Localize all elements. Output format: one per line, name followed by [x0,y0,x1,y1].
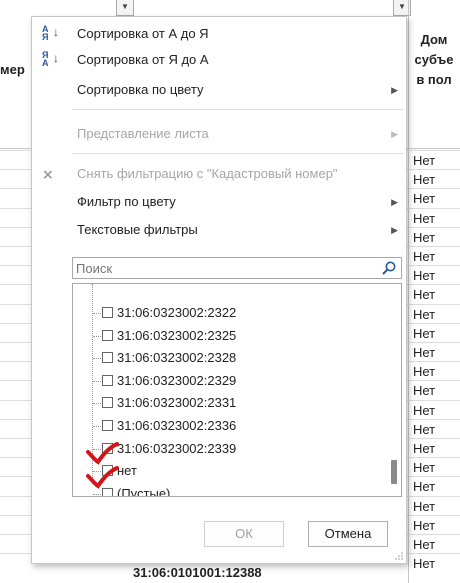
search-input[interactable] [76,260,366,276]
checkbox[interactable] [102,375,113,386]
cell-share-value[interactable]: Нет [413,441,435,456]
column-header-share: Дом субъе в пол [408,30,460,90]
tree-tick [93,403,101,404]
tree-connector [92,284,93,484]
list-item-label: 31:06:0323002:2328 [117,350,237,365]
header-line: субъе [414,52,454,67]
cell-share-value[interactable]: Нет [413,460,435,475]
sort-za-icon: Я А ↓ [42,50,59,68]
autofilter-dropdown: А Я ↓ Сортировка от А до Я Я А ↓ Сортировка … [31,16,407,564]
submenu-arrow-icon: ▶ [391,85,398,95]
text-filters-item[interactable]: Текстовые фильтры ▶ [32,217,406,243]
tree-tick [93,336,101,337]
cell-share-value[interactable]: Нет [413,191,435,206]
cell-share-value[interactable]: Нет [413,422,435,437]
list-item-label: 31:06:0323002:2325 [117,328,237,343]
menu-item-label: Фильтр по цвету [77,194,176,209]
menu-item-label: Сортировка от А до Я [77,26,209,41]
cell-share-value[interactable]: Нет [413,172,435,187]
checkbox[interactable] [102,465,113,476]
sort-by-color-item[interactable]: Сортировка по цвету ▶ [32,77,406,103]
submenu-arrow-icon: ▶ [391,225,398,235]
checkbox[interactable] [102,420,113,431]
scrollbar-thumb[interactable] [391,460,397,484]
sort-descending-item[interactable]: Я А ↓ Сортировка от Я до А [32,47,406,73]
scrollbar[interactable] [387,284,401,496]
menu-item-label: Сортировка по цвету [77,82,204,97]
cancel-button[interactable]: Отмена [308,521,388,547]
menu-separator [72,153,404,154]
cell-share-value[interactable]: Нет [413,403,435,418]
clear-filter-icon: ⨯ [42,166,54,182]
cell-share-value[interactable]: Нет [413,307,435,322]
menu-item-label: Представление листа [77,126,209,141]
cell-share-value[interactable]: Нет [413,211,435,226]
checkbox[interactable] [102,397,113,408]
cell-share-value[interactable]: Нет [413,518,435,533]
cell-share-value[interactable]: Нет [413,268,435,283]
tree-tick [93,358,101,359]
search-icon [382,261,396,275]
tree-tick [93,494,101,495]
cell-share-value[interactable]: Нет [413,383,435,398]
cell-share-value[interactable]: Нет [413,499,435,514]
clear-filter-item: ⨯ Снять фильтрацию с "Кадастровый номер" [32,161,406,187]
checkbox[interactable] [102,330,113,341]
tree-tick [93,449,101,450]
tree-tick [93,381,101,382]
checkbox[interactable] [102,443,113,454]
resize-grip-icon[interactable] [395,552,403,560]
menu-item-label: Снять фильтрацию с "Кадастровый номер" [77,166,338,181]
menu-separator [72,109,404,110]
menu-item-label: Текстовые фильтры [77,222,198,237]
submenu-arrow-icon: ▶ [391,129,398,139]
filter-by-color-item[interactable]: Фильтр по цвету ▶ [32,189,406,215]
ok-button[interactable]: ОК [204,521,284,547]
list-item-label: нет [117,463,137,478]
sheet-view-item: Представление листа ▶ [32,121,406,147]
list-item-label: 31:06:0323002:2322 [117,305,237,320]
tree-tick [93,313,101,314]
list-item-label: (Пустые) [117,486,171,497]
search-box[interactable] [72,257,402,279]
column-filter-dropdown-button[interactable]: ▼ [116,0,134,16]
filter-values-list[interactable]: 31:06:0323002:2322 31:06:0323002:2325 31:0… [72,283,402,497]
cell-cadastral-value[interactable]: 31:06:0101001:12388 [133,565,262,580]
submenu-arrow-icon: ▶ [391,197,398,207]
list-item-label: 31:06:0323002:2329 [117,373,237,388]
cell-share-value[interactable]: Нет [413,537,435,552]
tree-tick [93,471,101,472]
cell-share-value[interactable]: Нет [413,479,435,494]
cell-share-value[interactable]: Нет [413,345,435,360]
header-line: в пол [416,72,452,87]
header-line: Дом [420,32,448,47]
checkbox[interactable] [102,352,113,363]
sort-ascending-item[interactable]: А Я ↓ Сортировка от А до Я [32,21,406,47]
checkbox[interactable] [102,307,113,318]
list-item-label: 31:06:0323002:2339 [117,441,237,456]
list-item-label: 31:06:0323002:2331 [117,395,237,410]
cell-share-value[interactable]: Нет [413,364,435,379]
cell-share-value[interactable]: Нет [413,556,435,571]
cell-share-value[interactable]: Нет [413,153,435,168]
cell-share-value[interactable]: Нет [413,287,435,302]
cell-share-value[interactable]: Нет [413,249,435,264]
sort-az-icon: А Я ↓ [42,24,59,42]
column-header-cadastral: мер [0,62,25,77]
cell-share-value[interactable]: Нет [413,230,435,245]
checkbox[interactable] [102,488,113,496]
cell-share-value[interactable]: Нет [413,326,435,341]
menu-item-label: Сортировка от Я до А [77,52,209,67]
list-item-label: 31:06:0323002:2336 [117,418,237,433]
tree-tick [93,426,101,427]
